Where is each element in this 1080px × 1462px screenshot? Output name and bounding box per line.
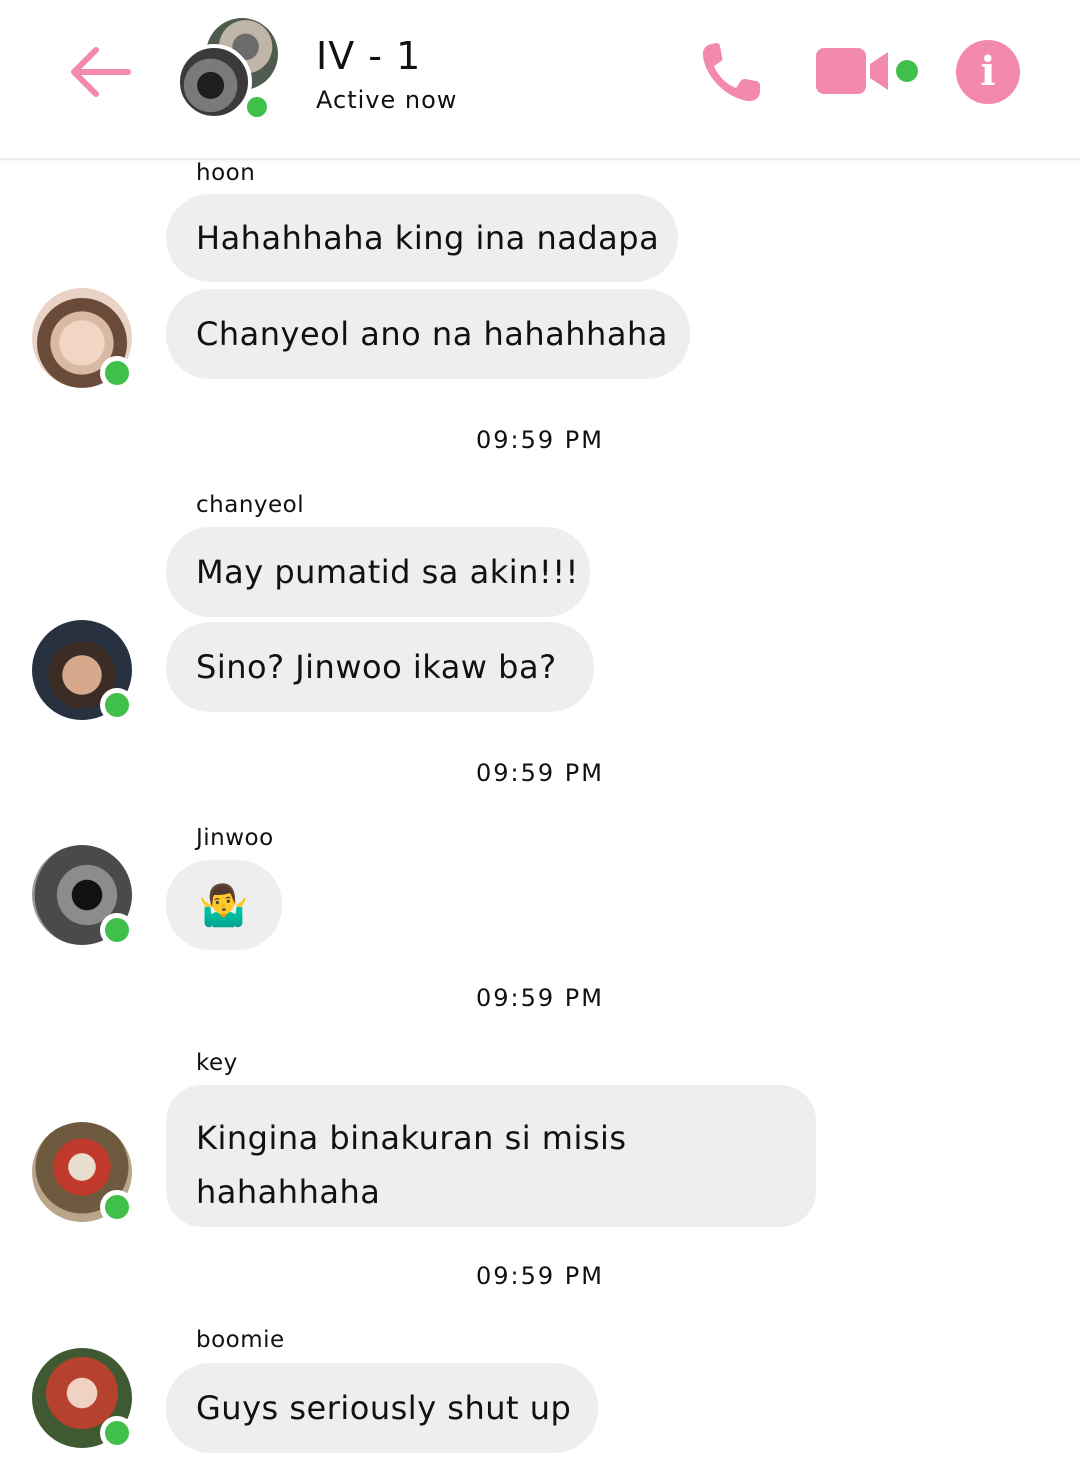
message-bubble[interactable]: May pumatid sa akin!!! bbox=[166, 527, 590, 617]
message-timestamp: 09:59 PM bbox=[476, 426, 604, 454]
chat-status: Active now bbox=[316, 86, 458, 114]
sender-name: boomie bbox=[196, 1327, 285, 1353]
avatar-boomie[interactable] bbox=[32, 1348, 134, 1450]
online-indicator bbox=[100, 1190, 134, 1224]
message-bubble[interactable]: Chanyeol ano na hahahhaha bbox=[166, 289, 690, 379]
chat-header: IV - 1 Active now i bbox=[0, 0, 1080, 160]
message-bubble[interactable]: Hahahhaha king ina nadapa bbox=[166, 194, 678, 282]
sender-name: chanyeol bbox=[196, 492, 305, 518]
video-camera-icon bbox=[816, 48, 888, 94]
info-icon: i bbox=[980, 48, 996, 95]
online-indicator bbox=[100, 1416, 134, 1450]
chat-title[interactable]: IV - 1 bbox=[316, 34, 421, 78]
online-indicator bbox=[100, 356, 134, 390]
avatar-jinwoo[interactable] bbox=[32, 845, 134, 947]
online-indicator bbox=[100, 688, 134, 722]
online-indicator bbox=[242, 92, 272, 122]
message-bubble[interactable]: Sino? Jinwoo ikaw ba? bbox=[166, 622, 594, 712]
info-button[interactable]: i bbox=[956, 40, 1020, 104]
online-indicator bbox=[100, 913, 134, 947]
avatar-key[interactable] bbox=[32, 1122, 134, 1224]
message-bubble[interactable]: Guys seriously shut up bbox=[166, 1363, 598, 1453]
message-timestamp: 09:59 PM bbox=[476, 984, 604, 1012]
avatar-chanyeol[interactable] bbox=[32, 620, 134, 722]
phone-icon bbox=[702, 43, 760, 102]
avatar-hoon[interactable] bbox=[32, 288, 134, 390]
group-avatar-image-front bbox=[176, 44, 252, 120]
message-timestamp: 09:59 PM bbox=[476, 1262, 604, 1290]
video-call-button[interactable] bbox=[816, 46, 890, 96]
back-button[interactable] bbox=[66, 40, 134, 104]
message-timestamp: 09:59 PM bbox=[476, 759, 604, 787]
back-arrow-icon bbox=[71, 47, 131, 97]
emoji-message-bubble[interactable]: 🤷‍♂️ bbox=[166, 860, 282, 950]
group-avatar[interactable] bbox=[176, 18, 282, 122]
sender-name: key bbox=[196, 1050, 238, 1076]
message-bubble[interactable]: Kingina binakuran si misis hahahhaha bbox=[166, 1085, 816, 1227]
voice-call-button[interactable] bbox=[698, 38, 766, 106]
sender-name: hoon bbox=[196, 160, 256, 186]
video-active-indicator bbox=[896, 60, 918, 82]
sender-name: Jinwoo bbox=[196, 825, 274, 851]
